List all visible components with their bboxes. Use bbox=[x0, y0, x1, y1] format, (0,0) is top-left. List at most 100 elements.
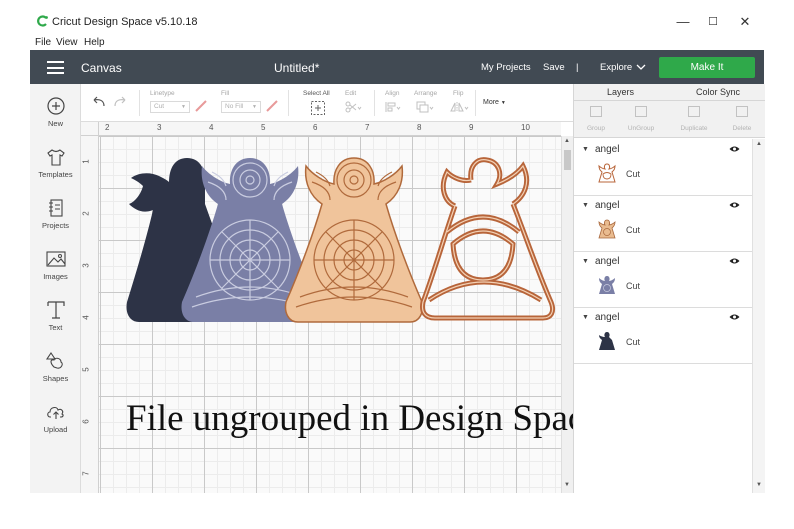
angel-copper-outline-shape[interactable] bbox=[420, 157, 556, 321]
sidebar-item-new[interactable]: New bbox=[30, 95, 81, 139]
header-divider: | bbox=[576, 62, 579, 73]
hamburger-menu-icon[interactable] bbox=[47, 61, 64, 74]
fill-color-swatch-icon[interactable] bbox=[265, 99, 279, 113]
eye-visibility-icon[interactable] bbox=[729, 145, 740, 153]
edit-toolbar: Linetype Cut ▼ Fill No Fill ▼ Select All E… bbox=[81, 84, 573, 122]
group-button[interactable]: Group bbox=[576, 101, 616, 138]
layers-scrollbar[interactable]: ▲ ▼ bbox=[752, 139, 765, 493]
tab-color-sync[interactable]: Color Sync bbox=[696, 87, 740, 97]
eye-visibility-icon[interactable] bbox=[729, 257, 740, 265]
edit-scissors-icon[interactable] bbox=[345, 101, 363, 113]
ruler-tick-label: 4 bbox=[209, 123, 214, 132]
sidebar-item-shapes[interactable]: Shapes bbox=[30, 350, 81, 394]
arrange-icon[interactable] bbox=[416, 101, 436, 113]
angel-peach-shape[interactable] bbox=[284, 157, 424, 323]
vertical-ruler: 1 2 3 4 5 6 7 bbox=[81, 136, 99, 493]
menu-file[interactable]: File bbox=[35, 37, 51, 48]
sidebar-item-templates[interactable]: Templates bbox=[30, 146, 81, 190]
fill-label: Fill bbox=[221, 90, 230, 97]
ruler-tick-label: 7 bbox=[81, 471, 91, 476]
ruler-tick-label: 6 bbox=[313, 123, 318, 132]
layer-name: angel bbox=[595, 256, 620, 267]
ungroup-icon bbox=[635, 106, 647, 117]
menu-help[interactable]: Help bbox=[84, 37, 105, 48]
save-button[interactable]: Save bbox=[543, 62, 565, 73]
close-button[interactable]: ✕ bbox=[734, 12, 756, 32]
sidebar-item-label: Templates bbox=[38, 170, 73, 179]
layer-operation: Cut bbox=[626, 337, 641, 347]
sidebar-item-label: Images bbox=[43, 272, 68, 281]
group-icon bbox=[590, 106, 602, 117]
duplicate-button[interactable]: Duplicate bbox=[674, 101, 714, 138]
dropdown-arrow-icon: ▼ bbox=[181, 104, 186, 110]
ruler-tick-label: 2 bbox=[81, 211, 91, 216]
left-sidebar: New Templates Projects Images Text Shape… bbox=[30, 84, 81, 493]
app-header: Canvas Untitled* My Projects Save | Expl… bbox=[30, 50, 764, 84]
delete-button[interactable]: Delete bbox=[722, 101, 762, 138]
linetype-select[interactable]: Cut ▼ bbox=[150, 101, 190, 113]
minimize-button[interactable]: — bbox=[672, 12, 694, 32]
expand-caret-icon[interactable]: ▼ bbox=[582, 258, 589, 265]
design-space-window: Cricut Design Space v5.10.18 — ☐ ✕ File … bbox=[0, 0, 794, 529]
angel-periwinkle-thumbnail-icon bbox=[599, 276, 615, 294]
dropdown-arrow-icon: ▼ bbox=[500, 100, 506, 106]
ruler-tick-label: 5 bbox=[261, 123, 266, 132]
eye-visibility-icon[interactable] bbox=[729, 201, 740, 209]
linetype-value: Cut bbox=[154, 103, 165, 110]
layer-tools: Group UnGroup Duplicate Delete bbox=[574, 101, 765, 138]
make-it-button[interactable]: Make It bbox=[659, 57, 755, 78]
duplicate-icon bbox=[688, 106, 700, 117]
scroll-down-icon[interactable]: ▼ bbox=[756, 482, 762, 488]
layer-row[interactable]: ▼ angel Cut bbox=[574, 196, 752, 252]
align-icon[interactable] bbox=[385, 101, 403, 113]
maximize-button[interactable]: ☐ bbox=[702, 12, 724, 32]
menu-view[interactable]: View bbox=[56, 37, 78, 48]
fill-select[interactable]: No Fill ▼ bbox=[221, 101, 261, 113]
ruler-tick-label: 3 bbox=[81, 263, 91, 268]
layer-row[interactable]: ▼ angel Cut bbox=[574, 252, 752, 308]
toolbar-divider bbox=[288, 90, 289, 116]
scroll-down-icon[interactable]: ▼ bbox=[564, 482, 570, 488]
eye-visibility-icon[interactable] bbox=[729, 313, 740, 321]
horizontal-ruler: 2 3 4 5 6 7 8 9 10 bbox=[99, 122, 561, 136]
upload-cloud-icon bbox=[47, 407, 64, 419]
sidebar-item-text[interactable]: Text bbox=[30, 299, 81, 343]
layer-row[interactable]: ▼ angel Cut bbox=[574, 308, 752, 364]
sidebar-item-label: Text bbox=[48, 323, 63, 332]
tab-layers[interactable]: Layers bbox=[607, 87, 634, 97]
image-icon bbox=[46, 251, 66, 267]
more-menu[interactable]: More ▼ bbox=[483, 99, 506, 106]
scroll-up-icon[interactable]: ▲ bbox=[756, 141, 762, 147]
scrollbar-thumb[interactable] bbox=[564, 150, 571, 170]
app-title: Cricut Design Space v5.10.18 bbox=[52, 16, 198, 28]
scroll-up-icon[interactable]: ▲ bbox=[564, 138, 570, 144]
ruler-tick-label: 2 bbox=[105, 123, 110, 132]
ungroup-label: UnGroup bbox=[627, 125, 655, 132]
expand-caret-icon[interactable]: ▼ bbox=[582, 314, 589, 321]
ruler-tick-label: 7 bbox=[365, 123, 370, 132]
expand-caret-icon[interactable]: ▼ bbox=[582, 146, 589, 153]
my-projects-link[interactable]: My Projects bbox=[481, 62, 531, 73]
shapes-icon bbox=[45, 352, 63, 369]
plus-circle-icon bbox=[47, 97, 65, 115]
redo-icon[interactable] bbox=[113, 95, 129, 107]
flip-icon[interactable] bbox=[450, 101, 470, 113]
layer-row[interactable]: ▼ angel Cut bbox=[574, 140, 752, 196]
sidebar-item-upload[interactable]: Upload bbox=[30, 401, 81, 445]
flip-label: Flip bbox=[453, 90, 464, 97]
sidebar-item-label: Upload bbox=[43, 425, 68, 434]
ruler-tick-label: 10 bbox=[521, 123, 530, 132]
linetype-color-swatch-icon[interactable] bbox=[194, 99, 208, 113]
sidebar-item-images[interactable]: Images bbox=[30, 248, 81, 292]
ruler-tick-label: 6 bbox=[81, 419, 91, 424]
sidebar-item-projects[interactable]: Projects bbox=[30, 197, 81, 241]
explore-menu[interactable]: Explore bbox=[600, 62, 632, 73]
ruler-tick-label: 1 bbox=[81, 159, 91, 164]
ruler-tick-label: 9 bbox=[469, 123, 474, 132]
expand-caret-icon[interactable]: ▼ bbox=[582, 202, 589, 209]
undo-icon[interactable] bbox=[90, 95, 106, 107]
ungroup-button[interactable]: UnGroup bbox=[621, 101, 661, 138]
chevron-down-icon bbox=[636, 64, 646, 70]
ruler-tick-label: 3 bbox=[157, 123, 162, 132]
select-all-icon[interactable] bbox=[310, 100, 326, 116]
